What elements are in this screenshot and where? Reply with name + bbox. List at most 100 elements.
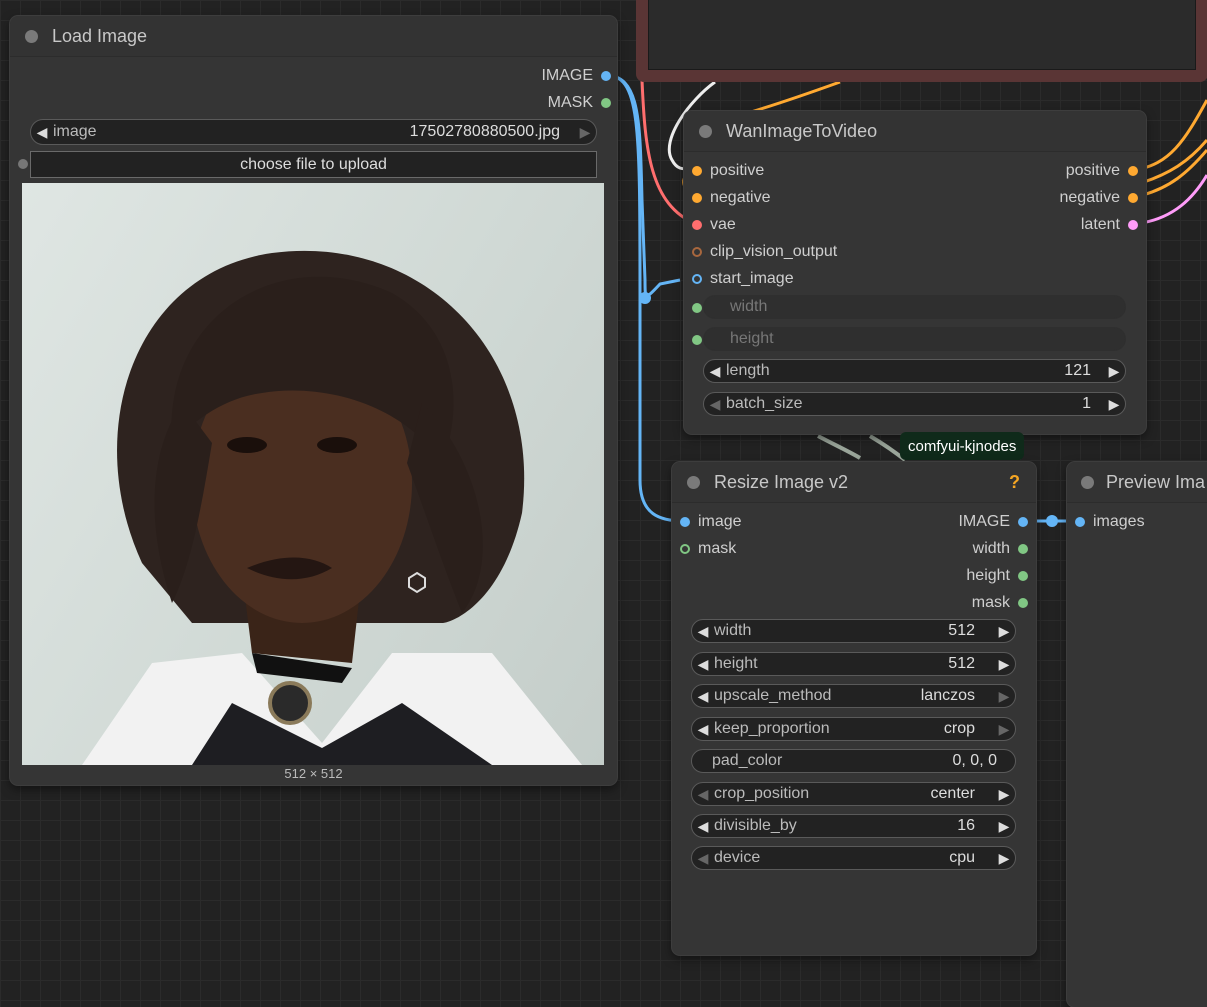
int-socket-icon[interactable] (1018, 571, 1028, 581)
conditioning-socket-icon[interactable] (692, 166, 702, 176)
node-title: Resize Image v2 (714, 471, 849, 492)
upscale-method-widget[interactable]: ◀ upscale_method lanczos ▶ (691, 684, 1016, 708)
increment-arrow-icon[interactable]: ▶ (1103, 396, 1125, 413)
increment-arrow-icon[interactable]: ▶ (993, 818, 1015, 835)
output-positive[interactable]: positive (988, 161, 1138, 181)
conditioning-socket-icon[interactable] (1128, 193, 1138, 203)
output-mask[interactable]: mask (878, 593, 1028, 613)
resize-title-bar[interactable]: Resize Image v2 ? (672, 462, 1036, 503)
output-image[interactable]: IMAGE (878, 512, 1028, 532)
image-socket-icon[interactable] (1075, 517, 1085, 527)
prev-arrow-icon[interactable]: ◀ (692, 850, 714, 867)
image-socket-icon[interactable] (1018, 517, 1028, 527)
decrement-arrow-icon[interactable]: ◀ (692, 818, 714, 835)
latent-socket-icon[interactable] (1128, 220, 1138, 230)
wan-title-bar[interactable]: WanImageToVideo (684, 111, 1146, 152)
collapse-toggle-icon[interactable] (687, 475, 700, 489)
preview-image-node[interactable]: Preview Ima images (1067, 462, 1207, 1007)
prev-arrow-icon[interactable]: ◀ (692, 721, 714, 738)
input-negative-label: negative (710, 189, 771, 206)
output-latent[interactable]: latent (988, 215, 1138, 235)
widget-value: 512 (948, 655, 975, 672)
widget-label: upscale_method (714, 687, 832, 704)
pendant (268, 681, 312, 725)
image-combo-widget[interactable]: ◀ image 17502780880500.jpg ▶ (30, 119, 597, 145)
resize-width-widget[interactable]: ◀ width 512 ▶ (691, 619, 1016, 643)
output-width[interactable]: width (878, 539, 1028, 559)
conditioning-socket-icon[interactable] (1128, 166, 1138, 176)
collapse-toggle-icon[interactable] (1081, 475, 1094, 489)
image-socket-icon[interactable] (680, 517, 690, 527)
output-image[interactable]: IMAGE (411, 66, 611, 86)
input-mask[interactable]: mask (680, 539, 736, 559)
next-arrow-icon[interactable]: ▶ (993, 688, 1015, 705)
widget-value: lanczos (920, 687, 975, 704)
load-image-title-bar[interactable]: Load Image (10, 16, 617, 57)
load-image-node[interactable]: Load Image IMAGE MASK ◀ image 1750278088… (10, 16, 617, 785)
divisible-by-widget[interactable]: ◀ divisible_by 16 ▶ (691, 814, 1016, 838)
image-socket-icon[interactable] (692, 274, 702, 284)
mask-socket-icon[interactable] (680, 544, 690, 554)
wan-image-to-video-node[interactable]: WanImageToVideo positive negative vae cl… (684, 111, 1146, 434)
next-arrow-icon[interactable]: ▶ (993, 850, 1015, 867)
output-negative[interactable]: negative (988, 188, 1138, 208)
input-negative[interactable]: negative (692, 188, 771, 208)
next-arrow-icon[interactable]: ▶ (574, 124, 596, 141)
input-clip-vision-label: clip_vision_output (710, 243, 838, 260)
next-arrow-icon[interactable]: ▶ (993, 721, 1015, 738)
int-socket-icon[interactable] (1018, 544, 1028, 554)
input-images-label: images (1093, 513, 1145, 530)
crop-position-widget[interactable]: ◀ crop_position center ▶ (691, 782, 1016, 806)
upload-button-label: choose file to upload (240, 155, 387, 173)
length-label: length (726, 362, 770, 379)
widget-value: center (930, 785, 975, 802)
input-image[interactable]: image (680, 512, 742, 532)
decrement-arrow-icon[interactable]: ◀ (692, 623, 714, 640)
resize-height-widget[interactable]: ◀ height 512 ▶ (691, 652, 1016, 676)
image-socket-icon[interactable] (601, 71, 611, 81)
input-positive-label: positive (710, 162, 765, 179)
widget-label: pad_color (712, 752, 783, 769)
increment-arrow-icon[interactable]: ▶ (993, 656, 1015, 673)
height-input-socket-icon[interactable] (692, 335, 702, 345)
conditioning-socket-icon[interactable] (692, 193, 702, 203)
collapse-toggle-icon[interactable] (699, 124, 712, 138)
output-image-label: IMAGE (958, 513, 1010, 530)
input-clip-vision-output[interactable]: clip_vision_output (692, 242, 837, 262)
batch-size-widget[interactable]: ◀ batch_size 1 ▶ (703, 392, 1126, 416)
widget-value: 16 (957, 817, 975, 834)
widget-value: 0, 0, 0 (952, 752, 997, 769)
input-vae[interactable]: vae (692, 215, 736, 235)
prev-arrow-icon[interactable]: ◀ (692, 786, 714, 803)
preview-title-bar[interactable]: Preview Ima (1067, 462, 1207, 503)
next-arrow-icon[interactable]: ▶ (993, 786, 1015, 803)
increment-arrow-icon[interactable]: ▶ (993, 623, 1015, 640)
input-images[interactable]: images (1075, 512, 1145, 532)
height-widget: height (703, 327, 1126, 351)
increment-arrow-icon[interactable]: ▶ (1103, 363, 1125, 380)
mask-socket-icon[interactable] (601, 98, 611, 108)
decrement-arrow-icon[interactable]: ◀ (692, 656, 714, 673)
mask-socket-icon[interactable] (1018, 598, 1028, 608)
vae-socket-icon[interactable] (692, 220, 702, 230)
upload-button[interactable]: choose file to upload (30, 151, 597, 178)
device-widget[interactable]: ◀ device cpu ▶ (691, 846, 1016, 870)
input-start-image[interactable]: start_image (692, 269, 794, 289)
output-mask[interactable]: MASK (411, 93, 611, 113)
width-input-socket-icon[interactable] (692, 303, 702, 313)
keep-proportion-widget[interactable]: ◀ keep_proportion crop ▶ (691, 717, 1016, 741)
pad-color-widget[interactable]: pad_color 0, 0, 0 (691, 749, 1016, 773)
resize-image-node[interactable]: Resize Image v2 ? image mask IMAGE width… (672, 462, 1036, 955)
help-icon[interactable]: ? (1009, 472, 1020, 493)
prev-arrow-icon[interactable]: ◀ (31, 124, 53, 141)
widget-label: keep_proportion (714, 720, 830, 737)
decrement-arrow-icon[interactable]: ◀ (704, 396, 726, 413)
widget-label: device (714, 849, 761, 866)
input-positive[interactable]: positive (692, 161, 764, 181)
clip-vision-socket-icon[interactable] (692, 247, 702, 257)
prev-arrow-icon[interactable]: ◀ (692, 688, 714, 705)
output-height[interactable]: height (878, 566, 1028, 586)
decrement-arrow-icon[interactable]: ◀ (704, 363, 726, 380)
collapse-toggle-icon[interactable] (25, 29, 38, 43)
length-widget[interactable]: ◀ length 121 ▶ (703, 359, 1126, 383)
